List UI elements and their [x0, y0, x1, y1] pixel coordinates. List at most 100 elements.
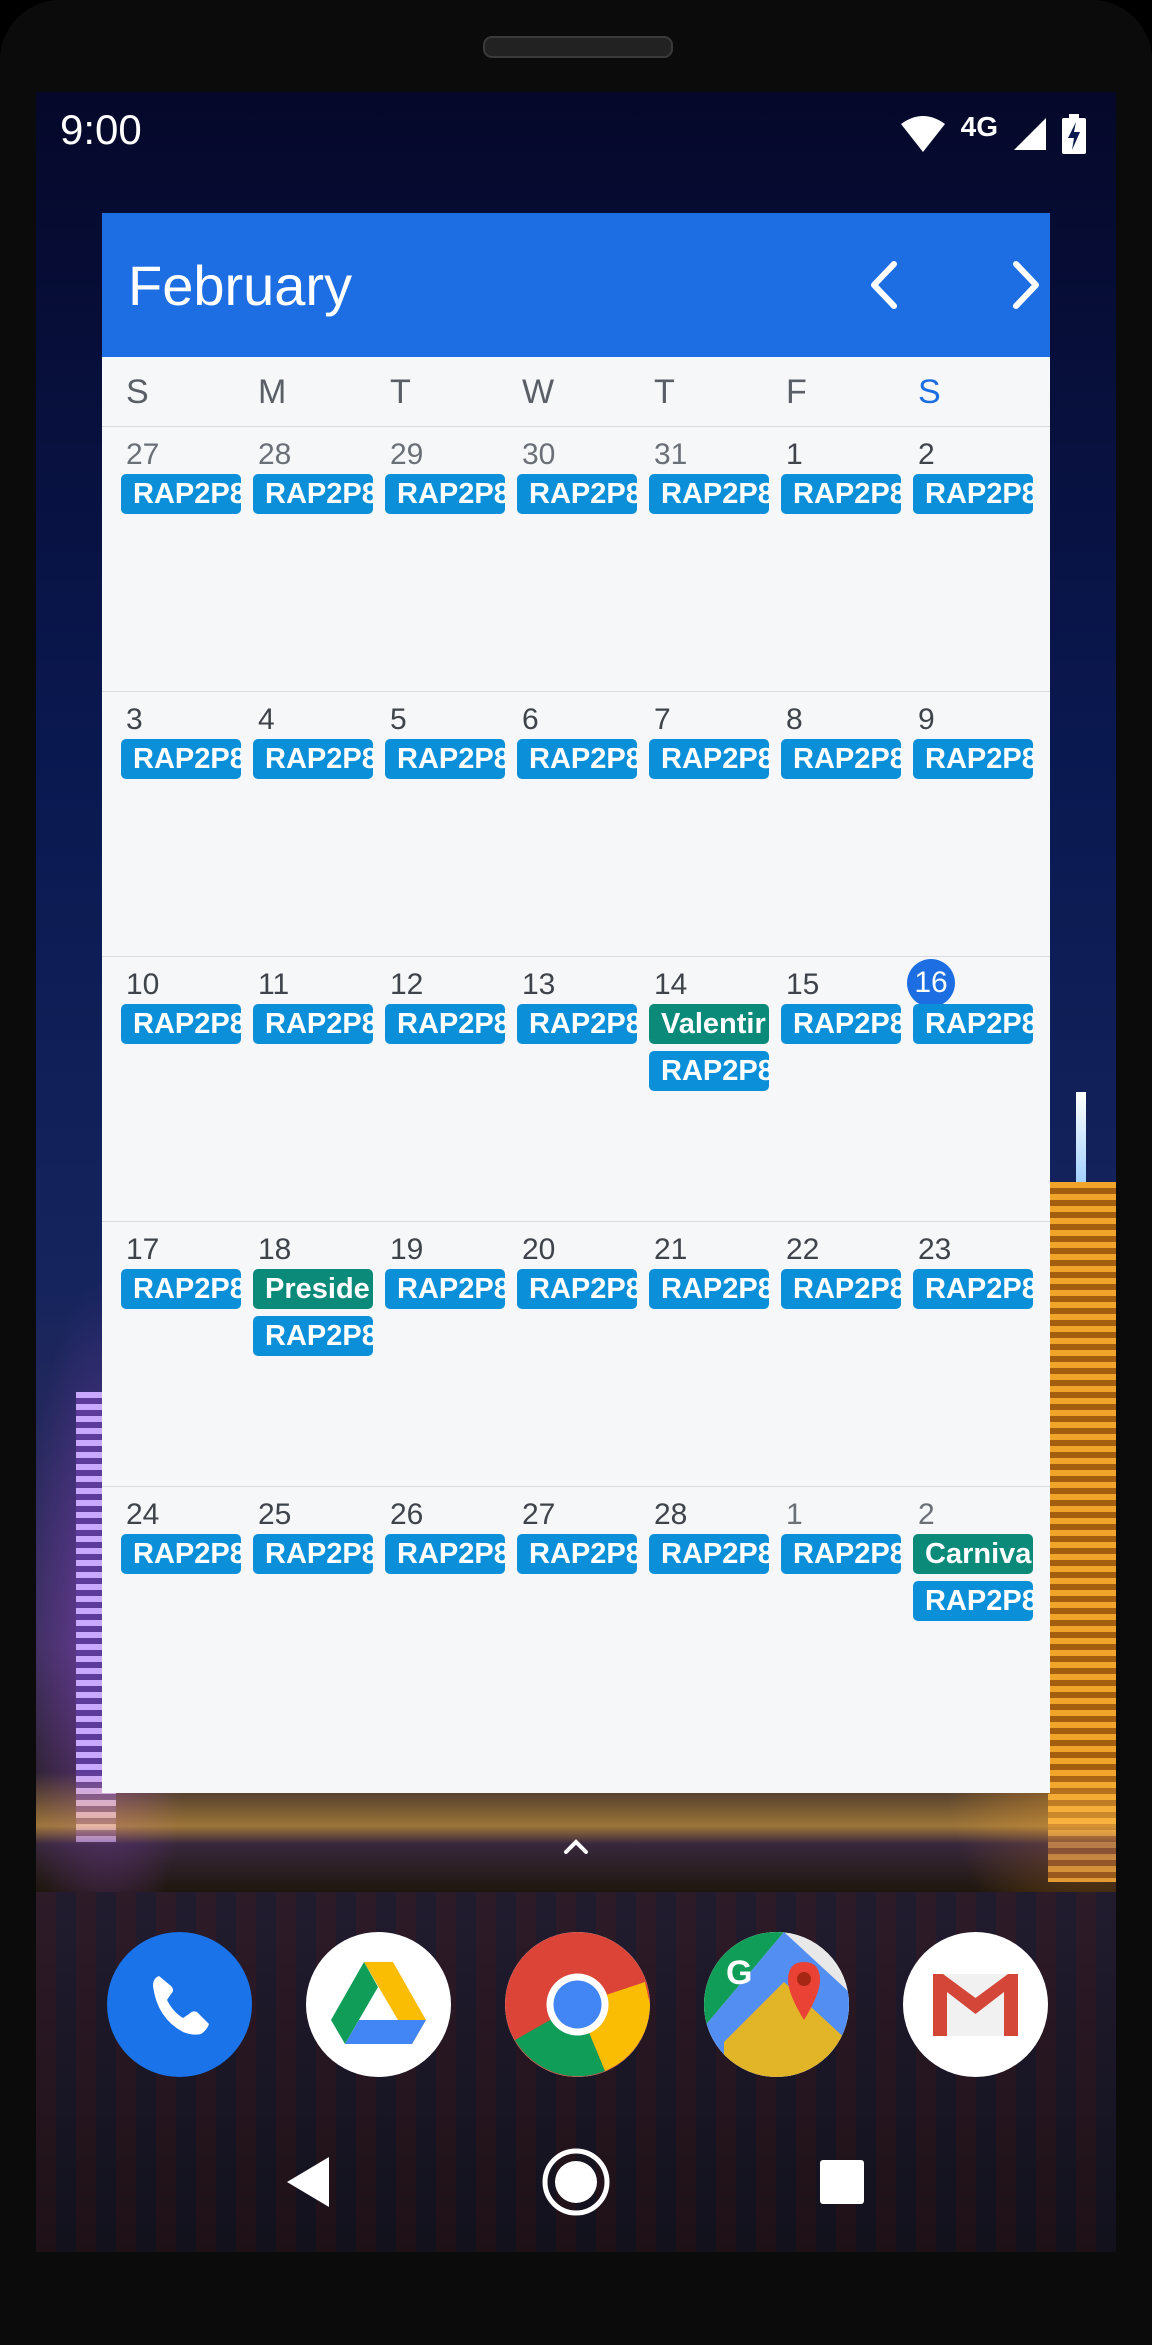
back-triangle-icon: [287, 2157, 329, 2207]
cell-signal-icon: [1014, 118, 1046, 150]
event-chip[interactable]: RAP2P8: [781, 1269, 901, 1309]
month-title[interactable]: February: [128, 253, 352, 318]
event-chip[interactable]: RAP2P8: [253, 1316, 373, 1356]
event-chip[interactable]: RAP2P8: [649, 1269, 769, 1309]
chrome-app-icon[interactable]: [505, 1932, 650, 2077]
event-chip[interactable]: RAP2P8: [649, 474, 769, 514]
back-button[interactable]: [268, 2142, 348, 2222]
event-chip[interactable]: RAP2P8: [385, 1534, 505, 1574]
next-month-button[interactable]: [992, 250, 1050, 320]
day-cell[interactable]: 2 RAP2P8: [894, 427, 1033, 692]
event-chip[interactable]: RAP2P8: [253, 1534, 373, 1574]
event-chip[interactable]: RAP2P8: [121, 739, 241, 779]
day-cell[interactable]: 26 RAP2P8: [366, 1487, 505, 1752]
day-cell[interactable]: 28 RAP2P8: [630, 1487, 769, 1752]
date-number: 17: [126, 1233, 160, 1266]
phone-app-icon[interactable]: [107, 1932, 252, 2077]
holiday-event-chip[interactable]: Preside: [253, 1269, 373, 1309]
day-cell[interactable]: 10 RAP2P8: [102, 957, 241, 1222]
event-chip[interactable]: RAP2P8: [385, 739, 505, 779]
gmail-app-icon[interactable]: [903, 1932, 1048, 2077]
day-cell[interactable]: 22 RAP2P8: [762, 1222, 901, 1487]
day-cell[interactable]: 21 RAP2P8: [630, 1222, 769, 1487]
maps-app-icon[interactable]: G: [704, 1932, 849, 2077]
day-cell[interactable]: 15 RAP2P8: [762, 957, 901, 1222]
date-number: 12: [390, 968, 424, 1001]
day-cell[interactable]: 2 Carniva RAP2P8: [894, 1487, 1033, 1752]
home-circle-icon: [542, 2148, 610, 2216]
day-cell[interactable]: 6 RAP2P8: [498, 692, 637, 957]
day-cell[interactable]: 23 RAP2P8: [894, 1222, 1033, 1487]
day-cell[interactable]: 7 RAP2P8: [630, 692, 769, 957]
event-chip[interactable]: RAP2P8: [781, 474, 901, 514]
day-cell[interactable]: 19 RAP2P8: [366, 1222, 505, 1487]
weekday-label: W: [522, 373, 555, 411]
home-button[interactable]: [536, 2142, 616, 2222]
event-chip[interactable]: RAP2P8: [517, 1004, 637, 1044]
date-number: 19: [390, 1233, 424, 1266]
date-number: 20: [522, 1233, 556, 1266]
event-chip[interactable]: RAP2P8: [385, 1004, 505, 1044]
event-chip[interactable]: RAP2P8: [913, 1004, 1033, 1044]
event-chip[interactable]: RAP2P8: [121, 474, 241, 514]
day-cell[interactable]: 1 RAP2P8: [762, 427, 901, 692]
recents-button[interactable]: [802, 2142, 882, 2222]
event-chip[interactable]: RAP2P8: [649, 1051, 769, 1091]
event-chip[interactable]: RAP2P8: [121, 1004, 241, 1044]
event-chip[interactable]: RAP2P8: [913, 474, 1033, 514]
calendar-widget[interactable]: February SMTWTFS 27 RAP2P8 28 RAP2P8 29 RAP2P…: [102, 213, 1050, 1793]
event-chip[interactable]: RAP2P8: [517, 739, 637, 779]
event-chip[interactable]: RAP2P8: [913, 739, 1033, 779]
event-chip[interactable]: RAP2P8: [121, 1534, 241, 1574]
event-chip[interactable]: RAP2P8: [517, 474, 637, 514]
drive-app-icon[interactable]: [306, 1932, 451, 2077]
day-cell[interactable]: 4 RAP2P8: [234, 692, 373, 957]
day-cell[interactable]: 27 RAP2P8: [498, 1487, 637, 1752]
day-cell[interactable]: 3 RAP2P8: [102, 692, 241, 957]
week-row: 24 RAP2P8 25 RAP2P8 26 RAP2P8 27 RAP2P8 28 RAP2P8…: [102, 1486, 1050, 1752]
day-cell[interactable]: 16 RAP2P8: [894, 957, 1033, 1222]
app-drawer-chevron-icon[interactable]: [556, 1832, 596, 1862]
event-chip[interactable]: RAP2P8: [781, 739, 901, 779]
day-cell[interactable]: 11 RAP2P8: [234, 957, 373, 1222]
event-chip[interactable]: RAP2P8: [517, 1269, 637, 1309]
phone-frame: 9:00 4G February S M T W T F S 27 RAP2P8…: [0, 0, 1152, 2345]
day-cell[interactable]: 5 RAP2P8: [366, 692, 505, 957]
event-chip[interactable]: RAP2P8: [913, 1581, 1033, 1621]
event-chip[interactable]: RAP2P8: [385, 1269, 505, 1309]
status-time: 9:00: [60, 106, 142, 153]
event-chip[interactable]: RAP2P8: [253, 739, 373, 779]
event-chip[interactable]: RAP2P8: [649, 1534, 769, 1574]
day-cell[interactable]: 14 Valentir RAP2P8: [630, 957, 769, 1222]
day-cell[interactable]: 8 RAP2P8: [762, 692, 901, 957]
day-cell[interactable]: 13 RAP2P8: [498, 957, 637, 1222]
date-number: 2: [918, 1498, 935, 1531]
event-chip[interactable]: RAP2P8: [253, 474, 373, 514]
event-chip[interactable]: RAP2P8: [781, 1004, 901, 1044]
previous-month-button[interactable]: [848, 250, 918, 320]
event-chip[interactable]: RAP2P8: [385, 474, 505, 514]
holiday-event-chip[interactable]: Valentir: [649, 1004, 769, 1044]
event-chip[interactable]: RAP2P8: [781, 1534, 901, 1574]
day-cell[interactable]: 31 RAP2P8: [630, 427, 769, 692]
day-cell[interactable]: 17 RAP2P8: [102, 1222, 241, 1487]
event-chip[interactable]: RAP2P8: [121, 1269, 241, 1309]
day-cell[interactable]: 9 RAP2P8: [894, 692, 1033, 957]
day-cell[interactable]: 28 RAP2P8: [234, 427, 373, 692]
holiday-event-chip[interactable]: Carniva: [913, 1534, 1033, 1574]
event-chip[interactable]: RAP2P8: [913, 1269, 1033, 1309]
date-number: 2: [918, 438, 935, 471]
day-cell[interactable]: 12 RAP2P8: [366, 957, 505, 1222]
day-cell[interactable]: 18 Preside RAP2P8: [234, 1222, 373, 1487]
day-cell[interactable]: 24 RAP2P8: [102, 1487, 241, 1752]
day-cell[interactable]: 20 RAP2P8: [498, 1222, 637, 1487]
day-cell[interactable]: 25 RAP2P8: [234, 1487, 373, 1752]
day-cell[interactable]: 29 RAP2P8: [366, 427, 505, 692]
day-cell[interactable]: 30 RAP2P8: [498, 427, 637, 692]
weekday-label: T: [390, 373, 411, 411]
event-chip[interactable]: RAP2P8: [517, 1534, 637, 1574]
day-cell[interactable]: 27 RAP2P8: [102, 427, 241, 692]
event-chip[interactable]: RAP2P8: [649, 739, 769, 779]
event-chip[interactable]: RAP2P8: [253, 1004, 373, 1044]
day-cell[interactable]: 1 RAP2P8: [762, 1487, 901, 1752]
